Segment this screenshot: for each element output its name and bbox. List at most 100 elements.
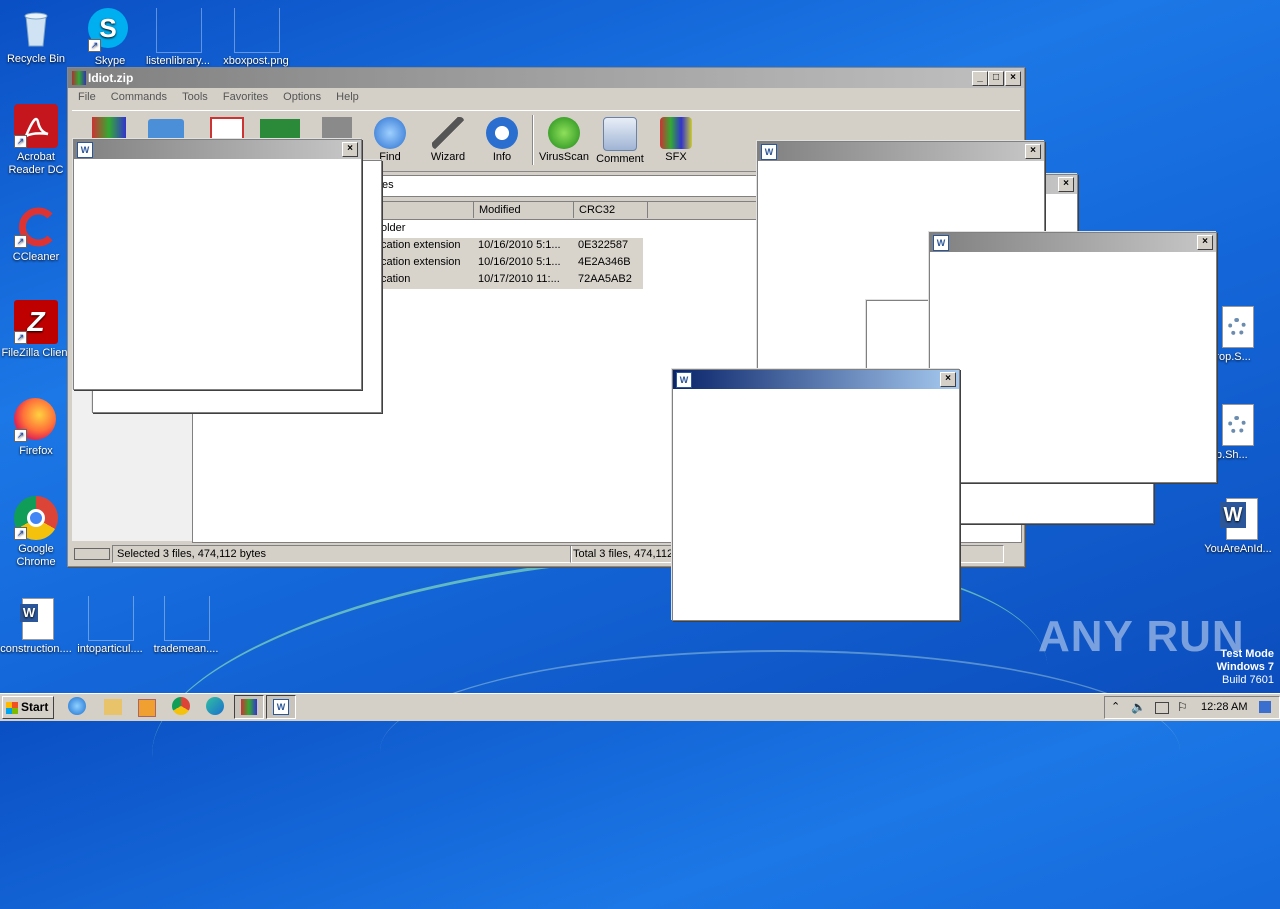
taskbar: Start W ⌃ 🔈 ⚐ 12:28 AM [0, 693, 1280, 721]
popup-window[interactable]: W × [73, 139, 362, 390]
desktop-icon-youareanidiot[interactable]: W YouAreAnId... [1198, 496, 1278, 556]
row-type: older [381, 222, 406, 234]
close-button[interactable]: × [940, 372, 956, 387]
menu-commands[interactable]: Commands [105, 88, 173, 106]
find-button[interactable]: Find [364, 117, 416, 163]
close-button[interactable]: × [342, 142, 358, 157]
popup-titlebar[interactable]: W × [930, 233, 1216, 252]
desktop-icon-intoparticul[interactable]: intoparticul.... [72, 596, 148, 656]
desktop-icon-trademean[interactable]: trademean.... [148, 596, 224, 656]
edge-icon[interactable] [206, 697, 224, 715]
word-icon: W [676, 372, 692, 388]
media-player-icon[interactable] [138, 699, 156, 717]
clock[interactable]: 12:28 AM [1201, 701, 1247, 713]
volume-icon[interactable]: 🔈 [1131, 700, 1146, 714]
minimize-button[interactable]: _ [972, 71, 988, 86]
file-thumbnail-icon [164, 596, 210, 641]
table-row[interactable]: cation extension 10/16/2010 5:1... 0E32258… [381, 239, 628, 251]
desktop-icon-xboxpost[interactable]: xboxpost.png [218, 8, 294, 68]
winrar-title: Idiot.zip [88, 71, 134, 85]
table-row[interactable]: older [381, 222, 405, 234]
desktop-icon-construction-doc[interactable]: W construction.... [0, 596, 74, 656]
show-desktop-icon[interactable] [1259, 701, 1271, 713]
row-crc: 72AA5AB2 [578, 273, 632, 285]
maximize-button[interactable]: □ [988, 71, 1004, 86]
file-thumbnail-icon [156, 8, 202, 53]
row-crc: 4E2A346B [578, 256, 631, 268]
desktop-icon-listenlibrary[interactable]: listenlibrary... [140, 8, 216, 68]
column-crc32[interactable]: CRC32 [573, 202, 648, 218]
desktop-icon-acrobat[interactable]: ↗ Acrobat Reader DC [0, 104, 74, 177]
find-label: Find [379, 151, 401, 163]
taskbar-winrar[interactable] [234, 695, 264, 719]
row-modified: 10/16/2010 5:1... [478, 256, 561, 268]
row-modified: 10/17/2010 11:... [478, 273, 560, 285]
start-button[interactable]: Start [2, 696, 54, 719]
row-type: cation extension [381, 239, 461, 251]
comment-label: Comment [596, 153, 644, 165]
desktop-icon-firefox[interactable]: ↗ Firefox [0, 398, 74, 458]
menu-tools[interactable]: Tools [176, 88, 214, 106]
popup-window-active[interactable]: W × [672, 369, 960, 621]
desktop-icon-filezilla[interactable]: Z ↗ FileZilla Client [0, 300, 74, 360]
firefox-icon: ↗ [14, 398, 58, 442]
table-row[interactable]: cation extension 10/16/2010 5:1... 4E2A346… [381, 256, 631, 268]
virusscan-button[interactable]: VirusScan [538, 117, 590, 163]
desktop-icon-recycle-bin[interactable]: Recycle Bin [0, 6, 74, 66]
close-button[interactable]: × [1197, 235, 1213, 250]
popup-titlebar[interactable]: W × [673, 370, 959, 389]
taskbar-word-popup[interactable]: W [266, 695, 296, 719]
sfx-label: SFX [665, 151, 687, 163]
menubar: File Commands Tools Favorites Options He… [68, 88, 1024, 108]
column-modified[interactable]: Modified [473, 202, 579, 218]
row-type: cation extension [381, 256, 461, 268]
desktop-icon-chrome[interactable]: ↗ Google Chrome [0, 496, 74, 569]
desktop-icon-skype[interactable]: S ↗ Skype [72, 8, 148, 68]
close-button[interactable]: × [1058, 177, 1074, 192]
ccleaner-icon: ↗ [14, 204, 58, 248]
sfx-button[interactable]: SFX [650, 117, 702, 163]
info-icon [486, 117, 518, 149]
network-icon[interactable] [1155, 702, 1169, 714]
info-label: Info [492, 151, 512, 163]
winrar-icon [241, 699, 257, 715]
winrar-icon [72, 71, 86, 85]
chrome-icon[interactable] [172, 697, 190, 715]
table-row[interactable]: cation 10/17/2010 11:... 72AA5AB2 [381, 273, 632, 285]
close-button[interactable]: × [1005, 71, 1021, 86]
desktop-icon-ccleaner[interactable]: ↗ CCleaner [0, 204, 74, 264]
menu-file[interactable]: File [72, 88, 102, 106]
skype-icon: S ↗ [88, 8, 132, 52]
word-document-icon: W [1216, 496, 1260, 540]
menu-options[interactable]: Options [277, 88, 327, 106]
menu-help[interactable]: Help [330, 88, 365, 106]
wizard-button[interactable]: Wizard [422, 117, 474, 163]
close-button[interactable]: × [1025, 144, 1041, 159]
test-mode-label: Test Mode Windows 7 Build 7601 [1180, 648, 1274, 687]
start-label: Start [21, 700, 49, 714]
word-icon: W [77, 142, 93, 158]
find-icon [374, 117, 406, 149]
comment-icon [603, 117, 637, 151]
word-icon: W [933, 235, 949, 251]
file-thumbnail-icon [88, 596, 134, 641]
info-button[interactable]: Info [476, 117, 528, 163]
popup-titlebar[interactable]: W × [758, 142, 1044, 161]
comment-button[interactable]: Comment [594, 117, 646, 165]
build-text: Build 7601 [1222, 674, 1274, 686]
wizard-icon [432, 117, 464, 149]
tray-expand-icon[interactable]: ⌃ [1111, 700, 1120, 713]
popup-window[interactable]: W × [929, 232, 1217, 483]
wizard-label: Wizard [430, 151, 466, 163]
explorer-folder-icon[interactable] [104, 699, 122, 715]
popup-titlebar[interactable]: W × [74, 140, 361, 159]
acrobat-icon: ↗ [14, 104, 58, 148]
ie-icon[interactable] [68, 697, 86, 715]
windows-logo-icon [6, 702, 18, 714]
os-text: Windows 7 [1216, 661, 1274, 673]
flag-icon[interactable]: ⚐ [1177, 700, 1188, 714]
winrar-titlebar[interactable]: Idiot.zip _ □ × [68, 68, 1024, 88]
sfx-icon [660, 117, 692, 149]
menu-favorites[interactable]: Favorites [217, 88, 274, 106]
drive-icon [74, 548, 110, 560]
